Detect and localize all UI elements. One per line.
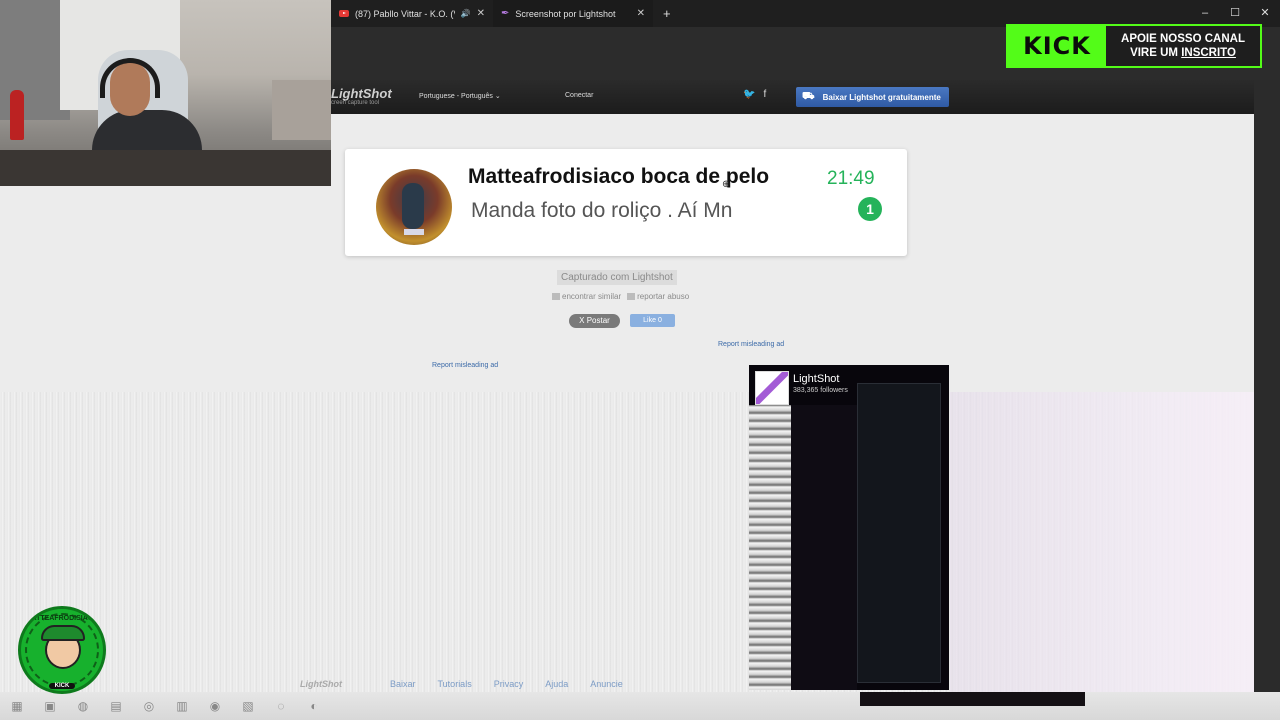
footer-link-ajuda[interactable]: Ajuda — [545, 679, 568, 689]
notification-time: 21:49 — [827, 168, 875, 189]
window-controls: – ☐ ✕ — [1190, 0, 1280, 27]
taskbar-icon[interactable]: ▤ — [107, 699, 125, 713]
twitter-icon[interactable]: 🐦 — [743, 89, 755, 100]
taskbar-icon[interactable]: ▦ — [8, 699, 26, 713]
soda-bottle — [10, 90, 24, 140]
page-footer: LightShot Baixar Tutorials Privacy Ajuda… — [300, 676, 1254, 692]
taskbar-icon[interactable]: ▣ — [41, 699, 59, 713]
desk — [0, 150, 331, 186]
tweet-button[interactable]: X Postar — [569, 314, 620, 328]
close-window-button[interactable]: ✕ — [1250, 0, 1280, 27]
glitched-ad-area — [0, 392, 1254, 692]
screenshot-actions: encontrar similar reportar abuso — [552, 292, 689, 301]
download-icon: ⛟ — [802, 90, 815, 102]
report-ad-link[interactable]: Report misleading ad — [432, 362, 498, 369]
footer-link-baixar[interactable]: Baixar — [390, 679, 416, 689]
report-ad-link[interactable]: Report misleading ad — [718, 341, 784, 348]
fireplace — [272, 80, 331, 140]
kick-line-1: APOIE NOSSO CANAL — [1121, 33, 1245, 45]
feather-icon: ✒ — [501, 8, 510, 19]
tab-youtube[interactable]: (87) Pabllo Vittar - K.O. (Vid 🔊 ✕ — [331, 0, 493, 27]
speaker-icon[interactable]: 🔊 — [461, 9, 471, 18]
footer-logo: LightShot — [300, 679, 342, 689]
kick-badge: KICK — [49, 683, 75, 689]
facebook-page-widget[interactable]: LightShot 383,365 followers — [749, 365, 949, 690]
camera-icon — [552, 293, 560, 300]
contact-avatar — [376, 169, 452, 245]
taskbar-icon[interactable]: ▥ — [173, 699, 191, 713]
language-selector[interactable]: Portuguese - Português ⌄ — [419, 92, 501, 100]
widget-followers: 383,365 followers — [793, 387, 848, 394]
right-border — [1254, 80, 1280, 720]
minimize-button[interactable]: – — [1190, 0, 1220, 27]
taskbar: ▦ ▣ ◍ ▤ ◎ ▥ ◉ ▧ ◌ ◐ — [0, 692, 1280, 720]
browser-tab-bar: (87) Pabllo Vittar - K.O. (Vid 🔊 ✕ ✒ Scr… — [331, 0, 1280, 27]
unread-badge: 1 — [858, 197, 882, 221]
taskbar-icon[interactable]: ◌ — [272, 699, 290, 713]
tab-title: Screenshot por Lightshot — [515, 8, 616, 19]
mouse-cursor-icon: ⊕ — [722, 179, 731, 190]
kick-logo: KICK — [1008, 26, 1106, 66]
footer-link-privacy[interactable]: Privacy — [494, 679, 524, 689]
kick-banner-text: APOIE NOSSO CANAL VIRE UM INSCRITO — [1106, 32, 1260, 60]
report-abuse-link[interactable]: reportar abuso — [627, 292, 689, 301]
channel-name: MATTEAFRODISIACO — [25, 615, 99, 622]
facebook-like-button[interactable]: Like 0 — [630, 314, 675, 327]
widget-page-name[interactable]: LightShot — [793, 373, 839, 385]
download-button[interactable]: ⛟ Baixar Lightshot gratuitamente — [796, 87, 949, 107]
connect-link[interactable]: Conectar — [565, 92, 593, 99]
flag-icon — [627, 293, 636, 300]
youtube-icon — [339, 10, 349, 17]
notification-message: Manda foto do roliço . Aí Mn — [471, 199, 733, 222]
lightshot-header: LightShot creen capture tool Portuguese … — [331, 80, 1254, 114]
lightshot-logo[interactable]: LightShot creen capture tool — [331, 86, 392, 106]
tab-title: (87) Pabllo Vittar - K.O. (Vid — [355, 8, 455, 19]
lightshot-page-icon — [755, 371, 789, 405]
footer-link-tutorials[interactable]: Tutorials — [438, 679, 472, 689]
webcam-overlay — [0, 0, 331, 186]
new-tab-button[interactable]: + — [663, 6, 671, 21]
channel-avatar: MATTEAFRODISIACO KICK — [18, 606, 106, 694]
close-tab-icon[interactable]: ✕ — [637, 8, 645, 19]
facebook-icon[interactable]: f — [763, 89, 766, 100]
taskbar-icon[interactable]: ◉ — [206, 699, 224, 713]
captured-with-label[interactable]: Capturado com Lightshot — [557, 270, 677, 285]
tab-lightshot[interactable]: ✒ Screenshot por Lightshot ✕ — [493, 0, 653, 27]
widget-cover-image — [857, 383, 941, 683]
kick-line-2: VIRE UM INSCRITO — [1130, 47, 1236, 59]
taskbar-icon[interactable]: ◎ — [140, 699, 158, 713]
taskbar-icon[interactable]: ◐ — [305, 699, 323, 713]
taskbar-icon[interactable]: ◍ — [74, 699, 92, 713]
notification-screenshot[interactable]: Matteafrodisiaco boca de pelo Manda foto… — [345, 149, 907, 256]
close-tab-icon[interactable]: ✕ — [477, 8, 485, 19]
taskbar-icon[interactable]: ▧ — [239, 699, 257, 713]
maximize-button[interactable]: ☐ — [1220, 0, 1250, 27]
footer-link-anuncie[interactable]: Anuncie — [590, 679, 623, 689]
kick-banner: KICK APOIE NOSSO CANAL VIRE UM INSCRITO — [1006, 24, 1262, 68]
cartoon-hat — [41, 625, 85, 641]
find-similar-link[interactable]: encontrar similar — [552, 292, 621, 301]
social-links: 🐦 f — [743, 89, 766, 100]
